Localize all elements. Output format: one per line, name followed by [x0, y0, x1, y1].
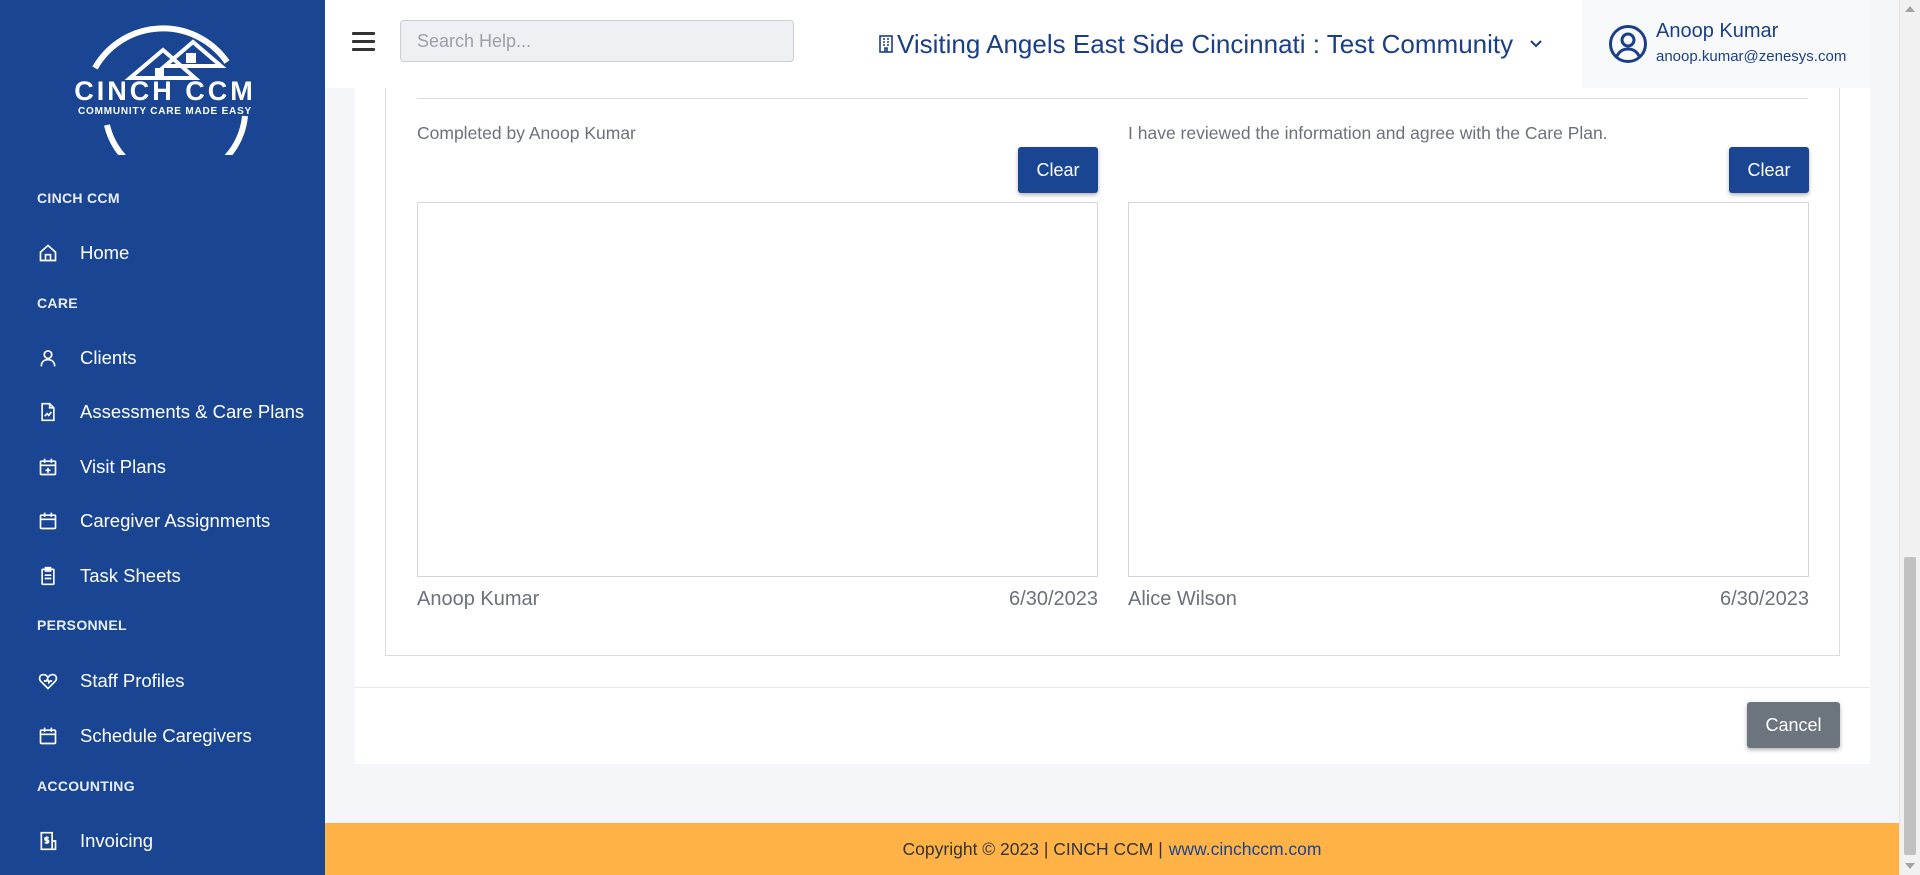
- sidebar-item-label: Invoicing: [80, 830, 154, 851]
- user-email: anoop.kumar@zenesys.com: [1656, 48, 1847, 65]
- page-scrollbar[interactable]: [1899, 0, 1920, 875]
- logo-graphic: CINCH CCM COMMUNITY CARE MADE EASY: [74, 25, 256, 183]
- top-header: Visiting Angels East Side Cincinnati : T…: [325, 0, 1870, 88]
- sidebar-item-label: Schedule Caregivers: [80, 725, 252, 746]
- sidebar-item-home[interactable]: Home: [0, 231, 325, 275]
- invoice-dollar-icon: [38, 831, 58, 851]
- sidebar-item-label: Visit Plans: [80, 456, 167, 477]
- section-cinch-ccm: CINCH CCM: [37, 190, 120, 206]
- calendar-plus-icon: [38, 457, 58, 477]
- copyright-text: Copyright © 2023 | CINCH CCM |: [902, 838, 1163, 859]
- search-help-input[interactable]: [400, 20, 794, 62]
- user-profile-menu[interactable]: Anoop Kumar anoop.kumar@zenesys.com: [1582, 0, 1870, 88]
- document-chart-icon: [38, 402, 58, 422]
- sidebar-item-label: Home: [80, 242, 130, 263]
- heart-pulse-icon: [38, 671, 58, 691]
- signature-panel: Completed by Anoop Kumar Clear Anoop Kum…: [385, 88, 1840, 656]
- logo-tagline: COMMUNITY CARE MADE EASY: [78, 106, 252, 117]
- sidebar: CINCH CCM COMMUNITY CARE MADE EASY CINCH…: [0, 0, 325, 875]
- signature-pad[interactable]: [1128, 202, 1809, 577]
- sidebar-item-caregiver-assignments[interactable]: Caregiver Assignments: [0, 499, 325, 543]
- signature-caption: I have reviewed the information and agre…: [1128, 123, 1608, 143]
- menu-bar: [352, 40, 375, 43]
- sidebar-item-label: Caregiver Assignments: [80, 510, 271, 531]
- sidebar-item-label: Task Sheets: [80, 565, 181, 586]
- chevron-down-icon: [1527, 35, 1545, 53]
- community-name: Visiting Angels East Side Cincinnati : T…: [897, 28, 1514, 59]
- building-icon: [877, 34, 895, 54]
- sidebar-item-task-sheets[interactable]: Task Sheets: [0, 554, 325, 598]
- signature-date: 6/30/2023: [1009, 588, 1098, 610]
- scroll-thumb[interactable]: [1904, 557, 1916, 855]
- sidebar-item-label: Staff Profiles: [80, 670, 185, 691]
- section-care: CARE: [37, 295, 78, 311]
- user-icon: [38, 348, 58, 368]
- menu-bar: [352, 32, 375, 35]
- calendar-icon: [38, 726, 58, 746]
- cinch-ccm-logo[interactable]: CINCH CCM COMMUNITY CARE MADE EASY: [55, 20, 275, 183]
- clear-signature-button[interactable]: Clear: [1729, 147, 1809, 193]
- sidebar-item-label: Clients: [80, 347, 137, 368]
- cancel-button[interactable]: Cancel: [1747, 702, 1840, 748]
- sidebar-item-invoicing[interactable]: Invoicing: [0, 819, 325, 863]
- signature-date: 6/30/2023: [1720, 588, 1809, 610]
- home-icon: [38, 243, 58, 263]
- section-personnel: PERSONNEL: [37, 617, 127, 633]
- signature-caption: Completed by Anoop Kumar: [417, 123, 636, 143]
- sidebar-item-visit-plans[interactable]: Visit Plans: [0, 445, 325, 489]
- signature-pad[interactable]: [417, 202, 1098, 577]
- scroll-down-arrow-icon[interactable]: [1905, 863, 1915, 869]
- sidebar-item-staff-profiles[interactable]: Staff Profiles: [0, 659, 325, 703]
- footer-divider: [355, 687, 1870, 688]
- signature-block-reviewed: I have reviewed the information and agre…: [1128, 88, 1809, 656]
- logo-title: CINCH CCM: [74, 76, 256, 106]
- clear-signature-button[interactable]: Clear: [1018, 147, 1098, 193]
- signer-name: Alice Wilson: [1128, 588, 1237, 610]
- user-avatar-icon: [1609, 25, 1647, 63]
- scroll-up-arrow-icon[interactable]: [1905, 6, 1915, 12]
- signature-block-completed-by: Completed by Anoop Kumar Clear Anoop Kum…: [417, 88, 1098, 656]
- calendar-icon: [38, 511, 58, 531]
- menu-toggle-button[interactable]: [352, 32, 376, 54]
- care-plan-card: Completed by Anoop Kumar Clear Anoop Kum…: [355, 88, 1870, 764]
- community-selector[interactable]: Visiting Angels East Side Cincinnati : T…: [877, 26, 1545, 62]
- sidebar-item-clients[interactable]: Clients: [0, 336, 325, 380]
- sidebar-item-assessments[interactable]: Assessments & Care Plans: [0, 390, 325, 434]
- page-footer: Copyright © 2023 | CINCH CCM | www.cinch…: [325, 823, 1899, 875]
- clipboard-icon: [38, 566, 58, 586]
- signer-name: Anoop Kumar: [417, 588, 540, 610]
- user-name: Anoop Kumar: [1656, 20, 1779, 42]
- sidebar-item-schedule-caregivers[interactable]: Schedule Caregivers: [0, 714, 325, 758]
- sidebar-item-label: Assessments & Care Plans: [80, 401, 305, 422]
- menu-bar: [352, 48, 375, 51]
- section-accounting: ACCOUNTING: [37, 778, 135, 794]
- website-link[interactable]: www.cinchccm.com: [1169, 839, 1322, 860]
